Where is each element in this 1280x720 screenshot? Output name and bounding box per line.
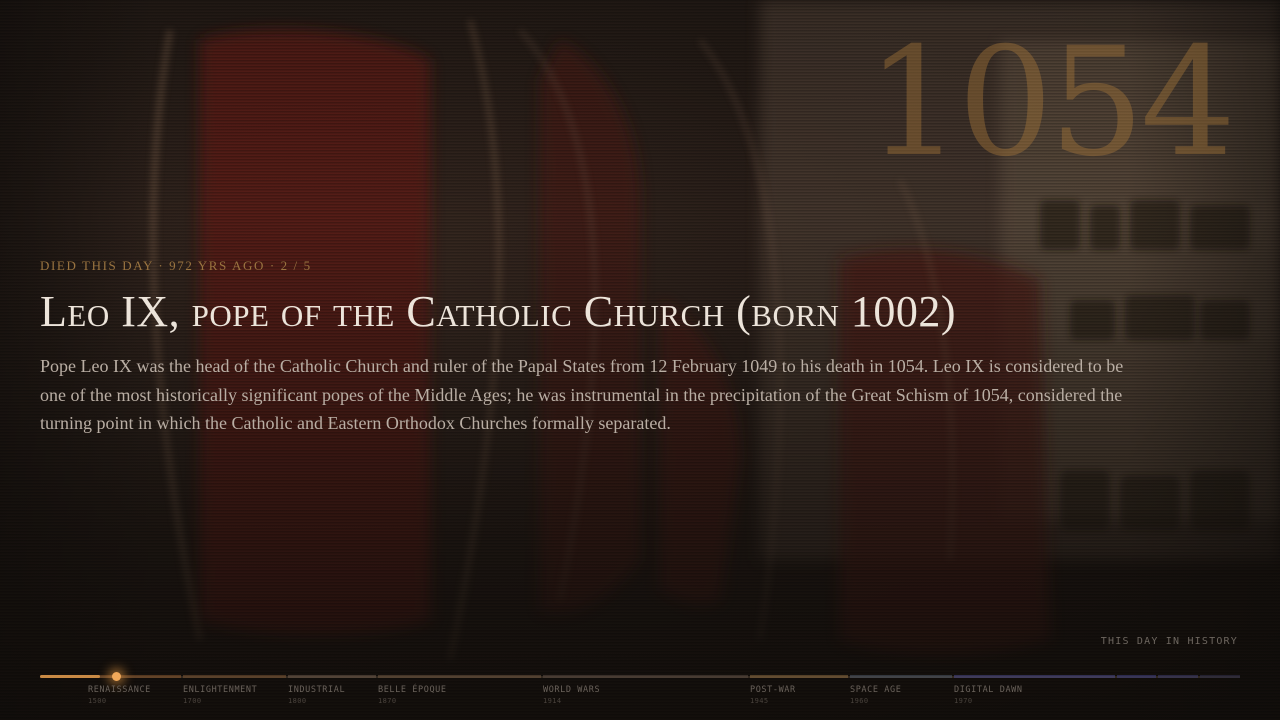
era-year: 1914	[543, 697, 562, 705]
era-item[interactable]: WORLD WARS 1914	[543, 684, 600, 706]
era-year: 1945	[750, 697, 769, 705]
era-item[interactable]: POST-WAR 1945	[750, 684, 796, 706]
era-item[interactable]: ENLIGHTENMENT 1700	[183, 684, 257, 706]
era-segment	[1117, 675, 1156, 678]
brand-label: THIS DAY IN HISTORY	[1100, 636, 1238, 647]
era-year: 1870	[378, 697, 397, 705]
era-name: RENAISSANCE	[88, 685, 151, 695]
era-segment	[1200, 675, 1240, 678]
era-name: DIGITAL DAWN	[954, 685, 1023, 695]
era-year: 1500	[88, 697, 107, 705]
era-item[interactable]: SPACE AGE 1960	[850, 684, 901, 706]
year-watermark: 1054	[866, 16, 1236, 190]
era-segment	[543, 675, 748, 678]
era-name: ENLIGHTENMENT	[183, 685, 258, 695]
era-segment	[750, 675, 848, 678]
era-item[interactable]: BELLE ÉPOQUE 1870	[378, 684, 447, 706]
event-card: Died this day · 972 yrs ago · 2 / 5 Leo …	[40, 258, 1150, 438]
event-description: Pope Leo IX was the head of the Catholic…	[40, 356, 1124, 434]
era-name: INDUSTRIAL	[288, 685, 346, 695]
era-name: WORLD WARS	[543, 685, 601, 695]
era-item[interactable]: INDUSTRIAL 1800	[288, 684, 345, 706]
era-segment	[1158, 675, 1198, 678]
history-slide: 1054 Died this day · 972 yrs ago · 2 / 5…	[0, 0, 1280, 720]
event-title: Leo IX, pope of the Catholic Church (bor…	[40, 287, 957, 336]
era-segment	[88, 675, 181, 678]
timeline-position-marker[interactable]	[112, 672, 121, 681]
era-segment	[183, 675, 286, 678]
era-segment	[954, 675, 1115, 678]
event-meta: Died this day · 972 yrs ago · 2 / 5	[40, 258, 312, 273]
era-segment	[378, 675, 541, 678]
era-year: 1700	[183, 697, 202, 705]
timeline-progress	[40, 675, 100, 678]
era-year: 1970	[954, 697, 973, 705]
era-name: POST-WAR	[750, 685, 796, 695]
era-year: 1800	[288, 697, 307, 705]
era-name: BELLE ÉPOQUE	[378, 685, 447, 695]
era-name: SPACE AGE	[850, 685, 902, 695]
era-segment	[288, 675, 376, 678]
era-item[interactable]: RENAISSANCE 1500	[88, 684, 151, 706]
era-item[interactable]: DIGITAL DAWN 1970	[954, 684, 1023, 706]
era-segment	[850, 675, 952, 678]
era-timeline[interactable]: RENAISSANCE 1500 ENLIGHTENMENT 1700 INDUSTRI…	[40, 672, 1240, 720]
era-year: 1960	[850, 697, 869, 705]
